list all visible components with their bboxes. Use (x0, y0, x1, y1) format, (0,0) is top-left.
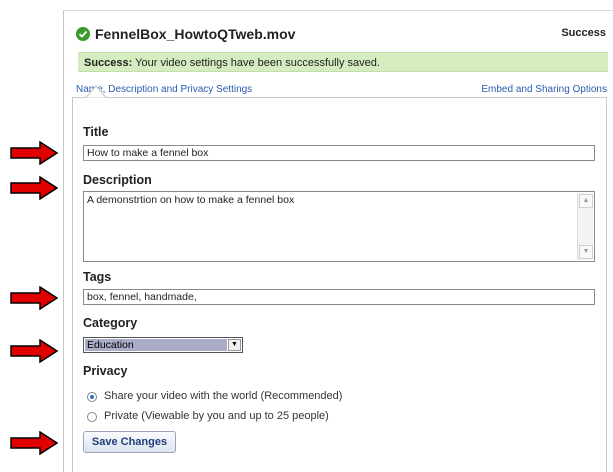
category-label: Category (83, 316, 138, 330)
category-select[interactable]: Education ▼ (83, 337, 243, 353)
red-arrow-icon (10, 286, 58, 310)
description-text: A demonstrtion on how to make a fennel b… (87, 194, 295, 206)
radio-selected-dot (90, 395, 94, 399)
scroll-down-icon[interactable]: ▼ (579, 245, 593, 259)
title-input[interactable]: How to make a fennel box (83, 145, 595, 161)
description-scrollbar[interactable]: ▲ ▼ (577, 193, 593, 260)
save-changes-button[interactable]: Save Changes (83, 431, 176, 453)
tags-input[interactable]: box, fennel, handmade, (83, 289, 595, 305)
red-arrow-icon (10, 431, 58, 455)
video-filename: FennelBox_HowtoQTweb.mov (95, 26, 296, 42)
description-label: Description (83, 173, 152, 187)
success-banner: Success: Your video settings have been s… (78, 52, 608, 72)
upload-status: Success (561, 27, 606, 39)
title-label: Title (83, 125, 109, 139)
tab-embed-sharing[interactable]: Embed and Sharing Options (481, 84, 607, 95)
red-arrow-icon (10, 141, 58, 165)
chevron-down-icon[interactable]: ▼ (228, 339, 241, 351)
scroll-up-icon[interactable]: ▲ (579, 194, 593, 208)
category-selected-value: Education (85, 339, 227, 351)
tags-label: Tags (83, 270, 112, 284)
video-header: FennelBox_HowtoQTweb.mov Success (76, 26, 606, 46)
red-arrow-icon (10, 339, 58, 363)
check-icon (76, 27, 90, 41)
privacy-public-label[interactable]: Share your video with the world (Recomme… (104, 390, 342, 402)
banner-message: Your video settings have been successful… (132, 57, 380, 69)
red-arrow-icon (10, 176, 58, 200)
privacy-private-radio[interactable] (87, 412, 97, 422)
privacy-label: Privacy (83, 364, 128, 378)
banner-strong: Success: (84, 57, 133, 69)
description-textarea[interactable]: A demonstrtion on how to make a fennel b… (83, 191, 595, 262)
privacy-private-label[interactable]: Private (Viewable by you and up to 25 pe… (104, 410, 329, 422)
tab-pointer-icon (86, 85, 106, 98)
privacy-public-radio[interactable] (87, 392, 97, 402)
